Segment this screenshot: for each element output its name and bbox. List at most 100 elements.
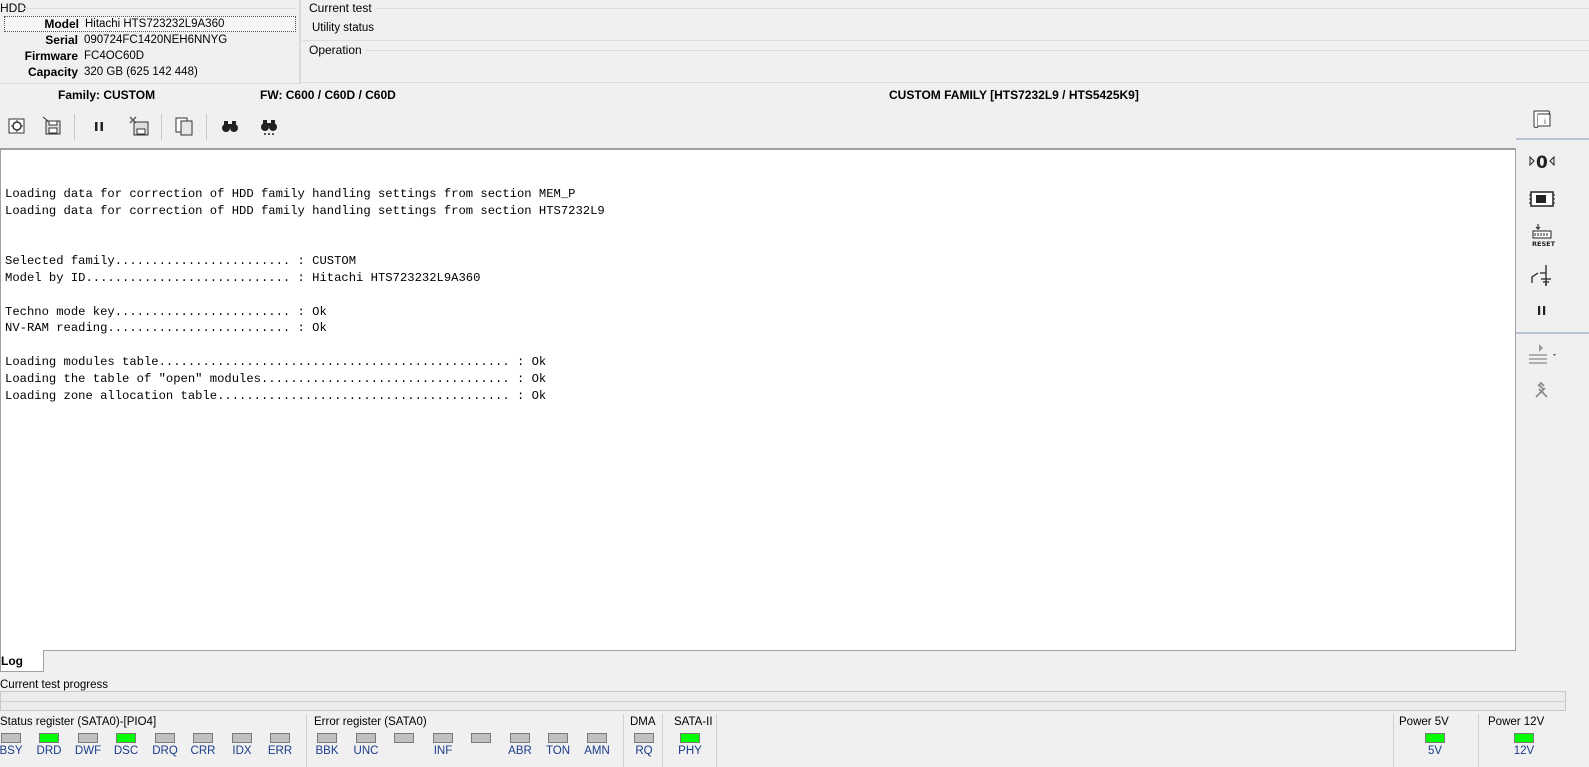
pause-icon (1538, 306, 1546, 315)
tools-button[interactable] (1524, 376, 1560, 406)
find-next-button[interactable] (255, 112, 283, 140)
led-label-rq: RQ (635, 745, 653, 757)
led-idx (232, 733, 252, 743)
terminal-button[interactable]: i (1524, 104, 1560, 134)
toolbar (0, 106, 1513, 144)
load-config-button[interactable] (3, 112, 31, 140)
led-label-err: ERR (267, 745, 293, 757)
hdd-capacity-row: Capacity 320 GB (625 142 448) (4, 64, 296, 80)
led-unused-2 (471, 733, 491, 743)
reset-icon: RESET (1532, 224, 1556, 248)
led-label-inf: INF (433, 745, 453, 757)
led-label-drq: DRQ (152, 745, 178, 757)
led-rq (634, 733, 654, 743)
dma-title: DMA (630, 716, 656, 728)
led-bbk (317, 733, 337, 743)
led-dwf (78, 733, 98, 743)
power12-title: Power 12V (1488, 716, 1545, 728)
sata-title: SATA-II (674, 716, 713, 728)
led-err (270, 733, 290, 743)
test-progress-bar (0, 691, 1566, 711)
arrange-button[interactable] (1524, 340, 1560, 370)
led-label-5v: 5V (1427, 745, 1443, 757)
log-panel[interactable]: Loading data for correction of HDD famil… (0, 148, 1516, 651)
zero-arrows-icon: 0 (1529, 153, 1555, 173)
binoculars-icon (222, 121, 238, 132)
right-tool-panel: i 0 RESET (1516, 100, 1589, 660)
scroll-icon: i (1533, 110, 1551, 128)
serial-label: Serial (45, 33, 78, 47)
svg-text:0: 0 (1536, 153, 1548, 173)
pcb-icon (1529, 191, 1555, 207)
led-ton (548, 733, 568, 743)
operation-title: Operation (309, 43, 365, 57)
hdd-info-group: HDD Model Hitachi HTS723232L9A360 Serial… (0, 0, 300, 84)
model-label: Model (44, 17, 79, 31)
led-label-unc: UNC (353, 745, 379, 757)
board-button[interactable] (1524, 184, 1560, 214)
led-unused-1 (394, 733, 414, 743)
led-phy (680, 733, 700, 743)
pause-icon (95, 122, 103, 131)
led-label-abr: ABR (508, 745, 532, 757)
save-button[interactable] (38, 112, 66, 140)
tab-log[interactable]: Log (0, 650, 44, 672)
error-register-title: Error register (SATA0) (314, 716, 427, 728)
current-test-value: Utility status (312, 22, 374, 34)
led-amn (587, 733, 607, 743)
firmware-label: Firmware (24, 49, 78, 63)
load-config-icon (8, 118, 25, 134)
save-disk-icon (42, 116, 61, 135)
svg-text:RESET: RESET (1532, 240, 1556, 248)
led-crr (193, 733, 213, 743)
copy-icon (175, 117, 193, 136)
led-abr (510, 733, 530, 743)
power-switch-button[interactable] (1524, 260, 1560, 290)
led-label-12v: 12V (1513, 745, 1535, 757)
led-dsc (116, 733, 136, 743)
led-drq (155, 733, 175, 743)
led-12v (1514, 733, 1534, 743)
svg-text:i: i (1544, 118, 1546, 126)
capacity-label: Capacity (27, 65, 78, 79)
led-label-bbk: BBK (315, 745, 339, 757)
led-drd (39, 733, 59, 743)
progress-label: Current test progress (0, 679, 109, 691)
led-label-phy: PHY (678, 745, 702, 757)
led-inf (433, 733, 453, 743)
pause-button[interactable] (85, 112, 113, 140)
led-unc (356, 733, 376, 743)
reset-button[interactable]: RESET (1524, 220, 1560, 250)
status-register-title: Status register (SATA0)-[PIO4] (0, 716, 157, 728)
list-arrange-icon (1529, 344, 1556, 364)
family-label: Family: CUSTOM (58, 88, 156, 102)
log-text: Loading data for correction of HDD famil… (5, 187, 605, 403)
find-button[interactable] (216, 112, 244, 140)
zero-button[interactable]: 0 (1524, 146, 1560, 176)
hdd-firmware-row: Firmware FC4OC60D (4, 48, 296, 64)
led-label-dsc: DSC (113, 745, 139, 757)
led-label-dwf: DWF (74, 745, 102, 757)
switch-ground-icon (1531, 265, 1551, 286)
copy-button[interactable] (170, 112, 198, 140)
delete-disk-icon (129, 116, 149, 136)
delete-button[interactable] (125, 112, 153, 140)
capacity-value: 320 GB (625 142 448) (84, 66, 198, 78)
led-label-idx: IDX (232, 745, 252, 757)
custom-family-label: CUSTOM FAMILY [HTS7232L9 / HTS5425K9] (889, 88, 1139, 102)
firmware-value: FC4OC60D (84, 50, 145, 62)
firmware-family-label: FW: C600 / C60D / C60D (260, 88, 396, 102)
led-label-drd: DRD (36, 745, 62, 757)
led-bsy (1, 733, 21, 743)
hammer-wrench-icon (1535, 381, 1548, 398)
serial-value: 090724FC1420NEH6NNYG (84, 34, 228, 46)
led-label-amn: AMN (584, 745, 610, 757)
power5-title: Power 5V (1399, 716, 1449, 728)
led-label-ton: TON (545, 745, 571, 757)
led-label-bsy: BSY (0, 745, 23, 757)
hdd-model-row[interactable]: Model Hitachi HTS723232L9A360 (4, 16, 296, 32)
led-5v (1425, 733, 1445, 743)
side-pause-button[interactable] (1524, 296, 1560, 326)
model-value: Hitachi HTS723232L9A360 (85, 18, 225, 30)
hdd-serial-row: Serial 090724FC1420NEH6NNYG (4, 32, 296, 48)
